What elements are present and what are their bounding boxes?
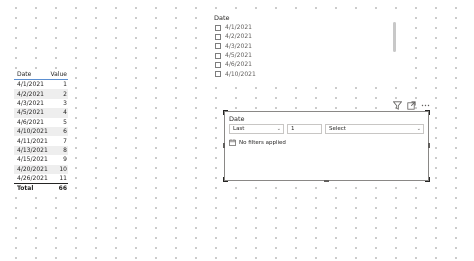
slicer-item-label: 4/3/2021 xyxy=(225,42,252,50)
checkbox[interactable] xyxy=(215,61,221,68)
cell-value: 4 xyxy=(63,109,67,117)
more-options-icon[interactable] xyxy=(421,101,430,110)
table-total-row: Total 66 xyxy=(14,183,68,193)
total-value: 66 xyxy=(58,185,67,193)
slicer-title: Date xyxy=(214,14,230,22)
cell-date: 4/1/2021 xyxy=(17,81,44,89)
slicer-item-label: 4/6/2021 xyxy=(225,61,252,69)
resize-handle[interactable] xyxy=(223,110,228,115)
table-visual: Date Value 4/1/2021 1 4/2/2021 2 4/3/2021 3… xyxy=(14,69,68,193)
cell-date: 4/10/2021 xyxy=(17,128,48,136)
resize-handle[interactable] xyxy=(425,177,430,182)
checkbox[interactable] xyxy=(215,33,221,40)
slicer-item-label: 4/1/2021 xyxy=(225,24,252,32)
table-row: 4/6/2021 5 xyxy=(14,118,68,127)
checkbox[interactable] xyxy=(215,71,221,78)
slicer-item-label: 4/10/2021 xyxy=(225,70,256,78)
focus-mode-icon[interactable] xyxy=(407,100,416,110)
cell-date: 4/6/2021 xyxy=(17,118,44,126)
cell-value: 11 xyxy=(59,175,67,183)
table-row: 4/15/2021 9 xyxy=(14,155,68,164)
slicer-item[interactable]: 4/10/2021 xyxy=(212,69,398,78)
resize-handle[interactable] xyxy=(324,180,329,182)
visual-header-icons xyxy=(393,100,430,110)
cell-date: 4/11/2021 xyxy=(17,137,48,145)
checkbox[interactable] xyxy=(215,24,221,31)
filter-controls: Last ⌄ 1 Select ⌄ xyxy=(229,124,424,134)
cell-date: 4/13/2021 xyxy=(17,146,48,154)
table-row: 4/2/2021 2 xyxy=(14,89,68,99)
table-row: 4/10/2021 6 xyxy=(14,126,68,137)
table-row: 4/26/2021 11 xyxy=(14,174,68,183)
anchor-dropdown[interactable]: Last ⌄ xyxy=(229,124,284,134)
table-row: 4/5/2021 4 xyxy=(14,108,68,118)
status-text: No filters applied xyxy=(239,139,286,146)
slicer-scrollbar[interactable] xyxy=(393,22,396,52)
cell-value: 10 xyxy=(59,165,67,173)
table-body: 4/1/2021 1 4/2/2021 2 4/3/2021 3 4/5/2021 4 … xyxy=(14,80,68,183)
cell-date: 4/5/2021 xyxy=(17,109,44,117)
cell-date: 4/20/2021 xyxy=(17,165,48,173)
resize-handle[interactable] xyxy=(425,110,430,115)
chevron-down-icon: ⌄ xyxy=(416,126,421,132)
slicer-item[interactable]: 4/1/2021 xyxy=(212,23,398,32)
table-row: 4/11/2021 7 xyxy=(14,136,68,145)
period-dropdown[interactable]: Select ⌄ xyxy=(325,124,424,134)
cell-date: 4/2/2021 xyxy=(17,90,44,98)
cell-value: 1 xyxy=(63,81,67,89)
table-row: 4/13/2021 8 xyxy=(14,145,68,156)
checkbox[interactable] xyxy=(215,52,221,59)
cell-value: 3 xyxy=(63,99,67,107)
cell-value: 8 xyxy=(63,146,67,154)
cell-value: 2 xyxy=(63,90,67,98)
resize-handle[interactable] xyxy=(223,143,225,148)
calendar-icon xyxy=(229,139,236,146)
cell-value: 6 xyxy=(63,128,67,136)
resize-handle[interactable] xyxy=(428,143,430,148)
slicer-item-label: 4/5/2021 xyxy=(225,52,252,60)
filter-status: No filters applied xyxy=(229,139,286,146)
cell-value: 5 xyxy=(63,118,67,126)
slicer-item[interactable]: 4/5/2021 xyxy=(212,51,398,60)
resize-handle[interactable] xyxy=(223,177,228,182)
slicer-item[interactable]: 4/6/2021 xyxy=(212,60,398,69)
total-label: Total xyxy=(17,185,34,193)
anchor-value: Last xyxy=(233,126,245,132)
cell-value: 7 xyxy=(63,137,67,145)
column-header-value[interactable]: Value xyxy=(44,71,68,78)
count-input[interactable]: 1 xyxy=(287,124,322,134)
table-row: 4/1/2021 1 xyxy=(14,80,68,89)
chevron-down-icon: ⌄ xyxy=(276,126,281,132)
table-row: 4/3/2021 3 xyxy=(14,99,68,108)
slicer-item[interactable]: 4/2/2021 xyxy=(212,32,398,41)
slicer-item-label: 4/2/2021 xyxy=(225,33,252,41)
filter-icon[interactable] xyxy=(393,100,402,110)
period-value: Select xyxy=(329,126,346,132)
cell-date: 4/15/2021 xyxy=(17,156,48,164)
checkbox[interactable] xyxy=(215,43,221,50)
relative-date-filter[interactable]: Date Last ⌄ 1 Select ⌄ No filters applie… xyxy=(223,110,430,182)
table-row: 4/20/2021 10 xyxy=(14,164,68,174)
column-header-date[interactable]: Date xyxy=(14,71,44,78)
cell-date: 4/26/2021 xyxy=(17,175,48,183)
filter-title: Date xyxy=(229,115,245,123)
table-header: Date Value xyxy=(14,69,68,80)
cell-value: 9 xyxy=(63,156,67,164)
cell-date: 4/3/2021 xyxy=(17,99,44,107)
slicer-item[interactable]: 4/3/2021 xyxy=(212,42,398,51)
date-slicer: Date 4/1/2021 4/2/2021 4/3/2021 4/5/2021… xyxy=(212,13,398,79)
